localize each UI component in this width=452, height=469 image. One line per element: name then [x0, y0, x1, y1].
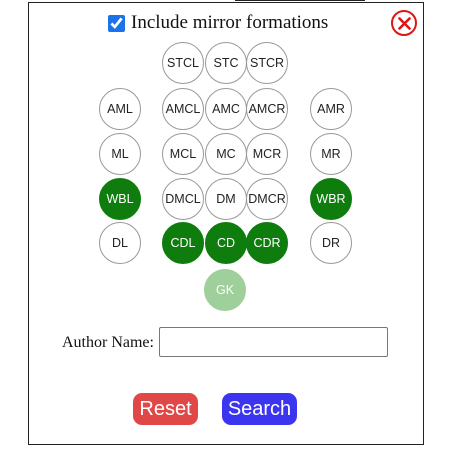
position-gk[interactable]: GK	[204, 269, 246, 311]
author-name-label: Author Name:	[62, 334, 154, 351]
position-dl[interactable]: DL	[99, 222, 141, 264]
position-cd[interactable]: CD	[205, 222, 247, 264]
position-amr[interactable]: AMR	[310, 88, 352, 130]
mirror-formations-option[interactable]: Include mirror formations	[108, 12, 328, 34]
reset-button[interactable]: Reset	[133, 393, 198, 425]
position-ml[interactable]: ML	[99, 133, 141, 175]
position-amc[interactable]: AMC	[205, 88, 247, 130]
search-button[interactable]: Search	[222, 393, 297, 425]
top-divider	[235, 0, 365, 1]
position-stc[interactable]: STC	[205, 42, 247, 84]
author-name-input[interactable]	[159, 327, 388, 357]
close-icon	[397, 16, 411, 30]
position-dm[interactable]: DM	[205, 178, 247, 220]
position-amcr[interactable]: AMCR	[246, 88, 288, 130]
position-mcl[interactable]: MCL	[162, 133, 204, 175]
mirror-formations-label: Include mirror formations	[131, 12, 329, 33]
position-mc[interactable]: MC	[205, 133, 247, 175]
position-aml[interactable]: AML	[99, 88, 141, 130]
position-mcr[interactable]: MCR	[246, 133, 288, 175]
mirror-formations-checkbox[interactable]	[108, 14, 125, 32]
position-stcr[interactable]: STCR	[246, 42, 288, 84]
position-dmcl[interactable]: DMCL	[162, 178, 204, 220]
position-wbr[interactable]: WBR	[310, 178, 352, 220]
position-cdl[interactable]: CDL	[162, 222, 204, 264]
position-dmcr[interactable]: DMCR	[246, 178, 288, 220]
close-button[interactable]	[391, 10, 417, 36]
position-mr[interactable]: MR	[310, 133, 352, 175]
position-stcl[interactable]: STCL	[162, 42, 204, 84]
position-wbl[interactable]: WBL	[99, 178, 141, 220]
position-dr[interactable]: DR	[310, 222, 352, 264]
position-amcl[interactable]: AMCL	[162, 88, 204, 130]
position-cdr[interactable]: CDR	[246, 222, 288, 264]
